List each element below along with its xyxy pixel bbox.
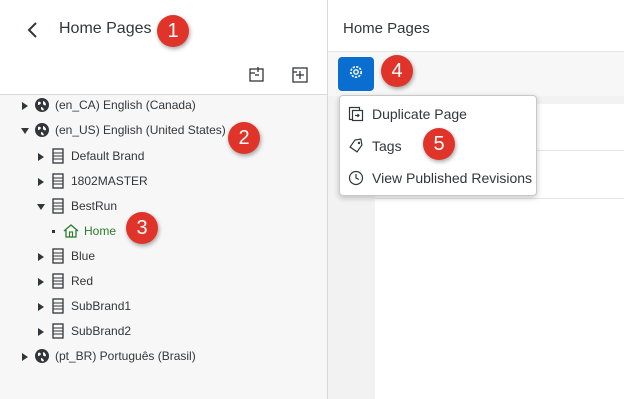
tree-item-blue[interactable]: Blue — [36, 244, 95, 268]
tree-item-label: (en_US) English (United States) — [55, 123, 226, 137]
collapse-arrow-icon[interactable] — [20, 125, 30, 135]
globe-icon — [34, 348, 50, 364]
callout-badge-4: 4 — [381, 55, 413, 87]
tree-item-label: (pt_BR) Português (Brasil) — [55, 349, 196, 363]
callout-badge-2: 2 — [228, 122, 260, 154]
expand-arrow-icon[interactable] — [20, 351, 30, 361]
tree-item-pt-br[interactable]: (pt_BR) Português (Brasil) — [20, 344, 196, 368]
menu-item-label: Duplicate Page — [372, 106, 467, 122]
expand-arrow-icon[interactable] — [20, 100, 30, 110]
tree-item-1802master[interactable]: 1802MASTER — [36, 169, 148, 193]
tree-item-label: SubBrand2 — [71, 324, 132, 338]
building-icon — [50, 198, 66, 214]
building-icon — [50, 323, 66, 339]
expand-arrow-icon[interactable] — [36, 176, 46, 186]
expand-arrow-icon[interactable] — [36, 301, 46, 311]
page-title: Home Pages — [59, 20, 152, 37]
callout-badge-1: 1 — [157, 15, 189, 47]
building-icon — [50, 273, 66, 289]
menu-item-label: Tags — [372, 138, 402, 154]
tree-item-red[interactable]: Red — [36, 269, 93, 293]
detail-title: Home Pages — [343, 20, 430, 37]
tree-item-label: Default Brand — [71, 149, 145, 163]
tree-item-label: SubBrand1 — [71, 299, 132, 313]
home-pages-tree: (en_CA) English (Canada) (en_US) English… — [8, 96, 327, 399]
settings-button[interactable] — [338, 57, 374, 91]
expand-arrow-icon[interactable] — [36, 151, 46, 161]
callout-badge-5: 5 — [423, 128, 455, 160]
collapse-arrow-icon[interactable] — [36, 201, 46, 211]
tree-item-en-us[interactable]: (en_US) English (United States) — [20, 118, 226, 142]
tree-item-label: BestRun — [71, 199, 118, 213]
tag-icon — [348, 138, 364, 154]
gear-icon — [347, 63, 365, 86]
back-arrow-icon[interactable] — [24, 19, 42, 41]
callout-badge-3: 3 — [126, 212, 158, 244]
building-icon — [50, 298, 66, 314]
building-icon — [50, 248, 66, 264]
building-icon — [50, 173, 66, 189]
globe-icon — [34, 97, 50, 113]
tree-item-subbrand1[interactable]: SubBrand1 — [36, 294, 131, 318]
left-pane: Home Pages (en_CA) English (Canada) (en_… — [0, 0, 327, 399]
tree-leaf-bullet — [52, 229, 55, 233]
menu-item-duplicate-page[interactable]: Duplicate Page — [340, 98, 538, 130]
tree-item-bestrun[interactable]: BestRun — [36, 194, 117, 218]
right-header: Home Pages — [328, 0, 624, 52]
tree-item-default-brand[interactable]: Default Brand — [36, 144, 144, 168]
menu-item-label: View Published Revisions — [372, 170, 533, 186]
tree-item-label: 1802MASTER — [71, 174, 148, 188]
building-icon — [50, 148, 66, 164]
tree-item-label: Home — [84, 224, 117, 238]
content-divider — [375, 198, 624, 199]
detail-toolbar — [328, 52, 624, 96]
expand-arrow-icon[interactable] — [36, 276, 46, 286]
menu-item-view-published-revisions[interactable]: View Published Revisions — [340, 162, 538, 194]
tree-item-label: Red — [71, 274, 94, 288]
expand-arrow-icon[interactable] — [36, 326, 46, 336]
globe-icon — [34, 122, 50, 138]
add-page-icon[interactable] — [289, 64, 311, 86]
clock-icon — [348, 170, 364, 186]
tree-item-label: Blue — [71, 249, 96, 263]
collapse-all-icon[interactable] — [246, 64, 268, 86]
tree-item-label: (en_CA) English (Canada) — [55, 98, 196, 112]
tree-item-home[interactable]: Home — [52, 219, 116, 243]
home-icon — [63, 223, 79, 239]
expand-arrow-icon[interactable] — [36, 251, 46, 261]
tree-toolbar — [0, 60, 327, 95]
tree-item-en-ca[interactable]: (en_CA) English (Canada) — [20, 93, 196, 117]
duplicate-icon — [348, 106, 364, 122]
tree-item-subbrand2[interactable]: SubBrand2 — [36, 319, 131, 343]
